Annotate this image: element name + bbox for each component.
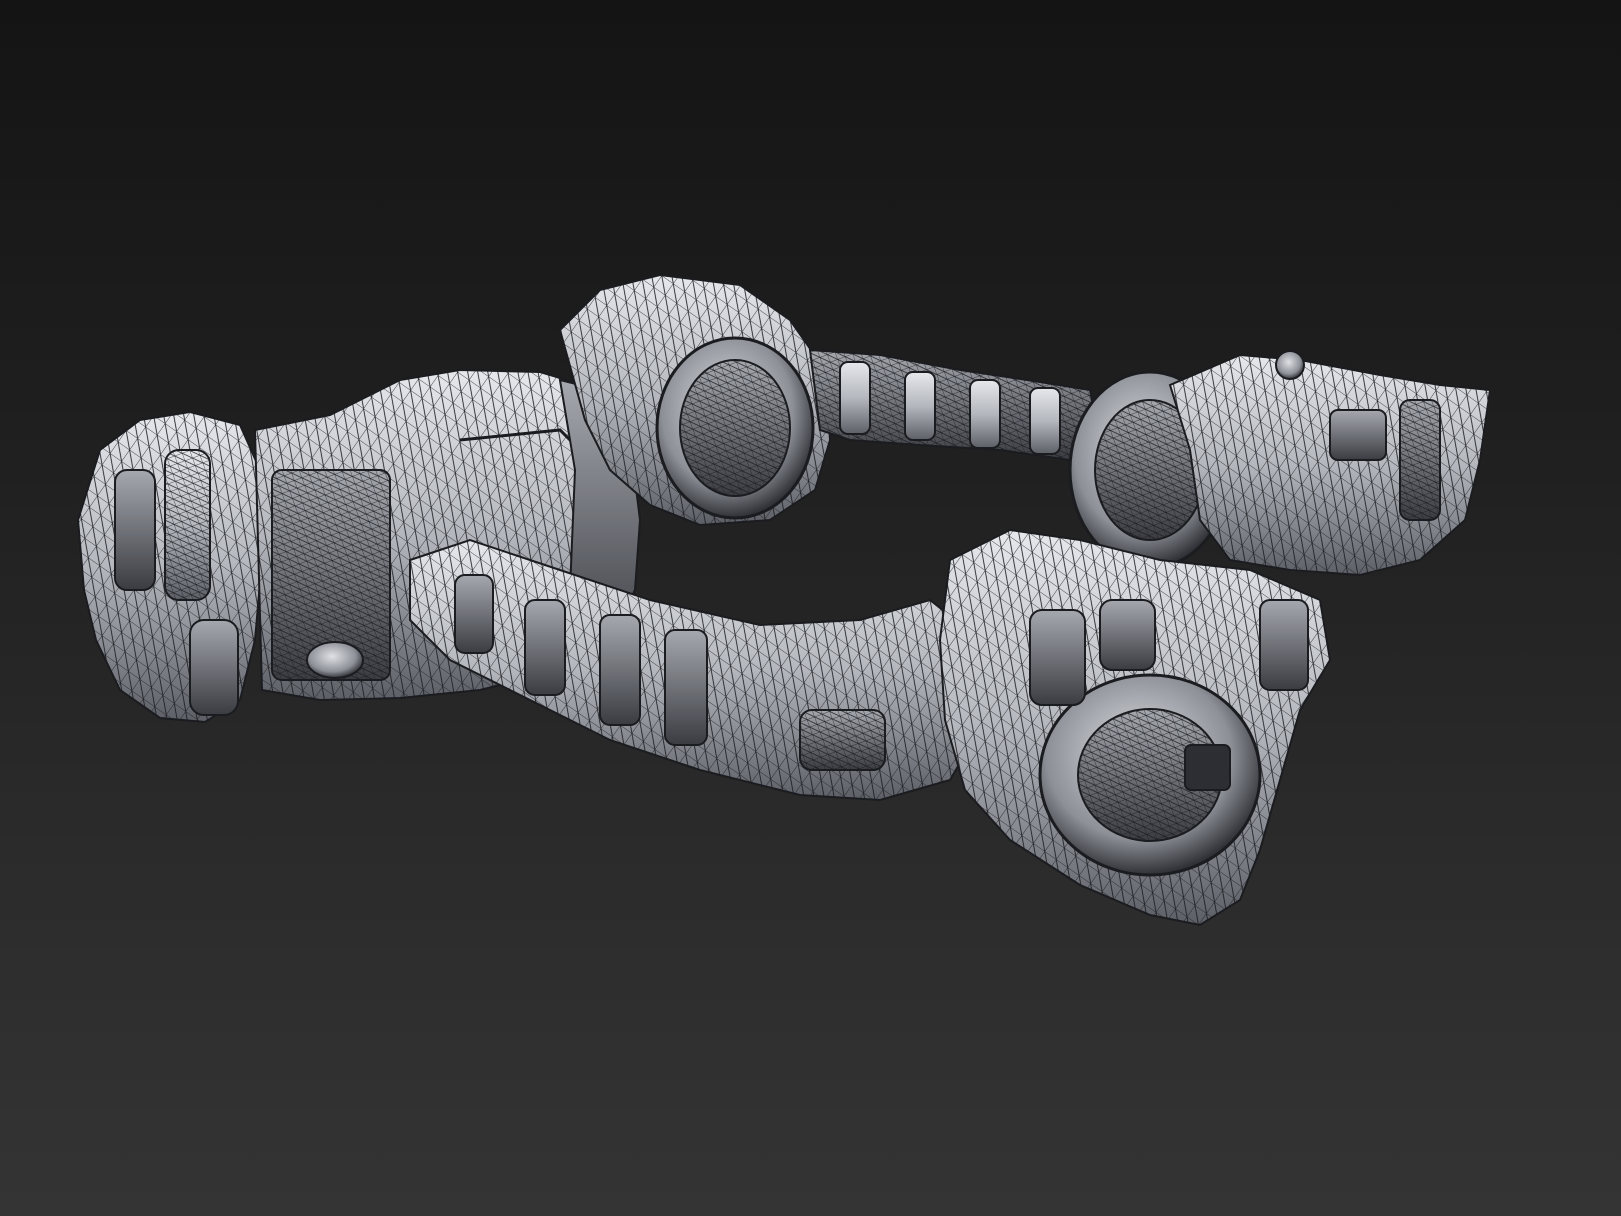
- mesh-model[interactable]: [0, 0, 1621, 1216]
- lower-forearm[interactable]: [409, 538, 987, 802]
- left-fist[interactable]: [76, 410, 264, 724]
- front-gauntlet[interactable]: [938, 528, 1332, 927]
- 3d-viewport[interactable]: [0, 0, 1621, 1216]
- upper-linked-cable[interactable]: [808, 348, 1102, 462]
- right-gauntlet[interactable]: [1168, 350, 1492, 577]
